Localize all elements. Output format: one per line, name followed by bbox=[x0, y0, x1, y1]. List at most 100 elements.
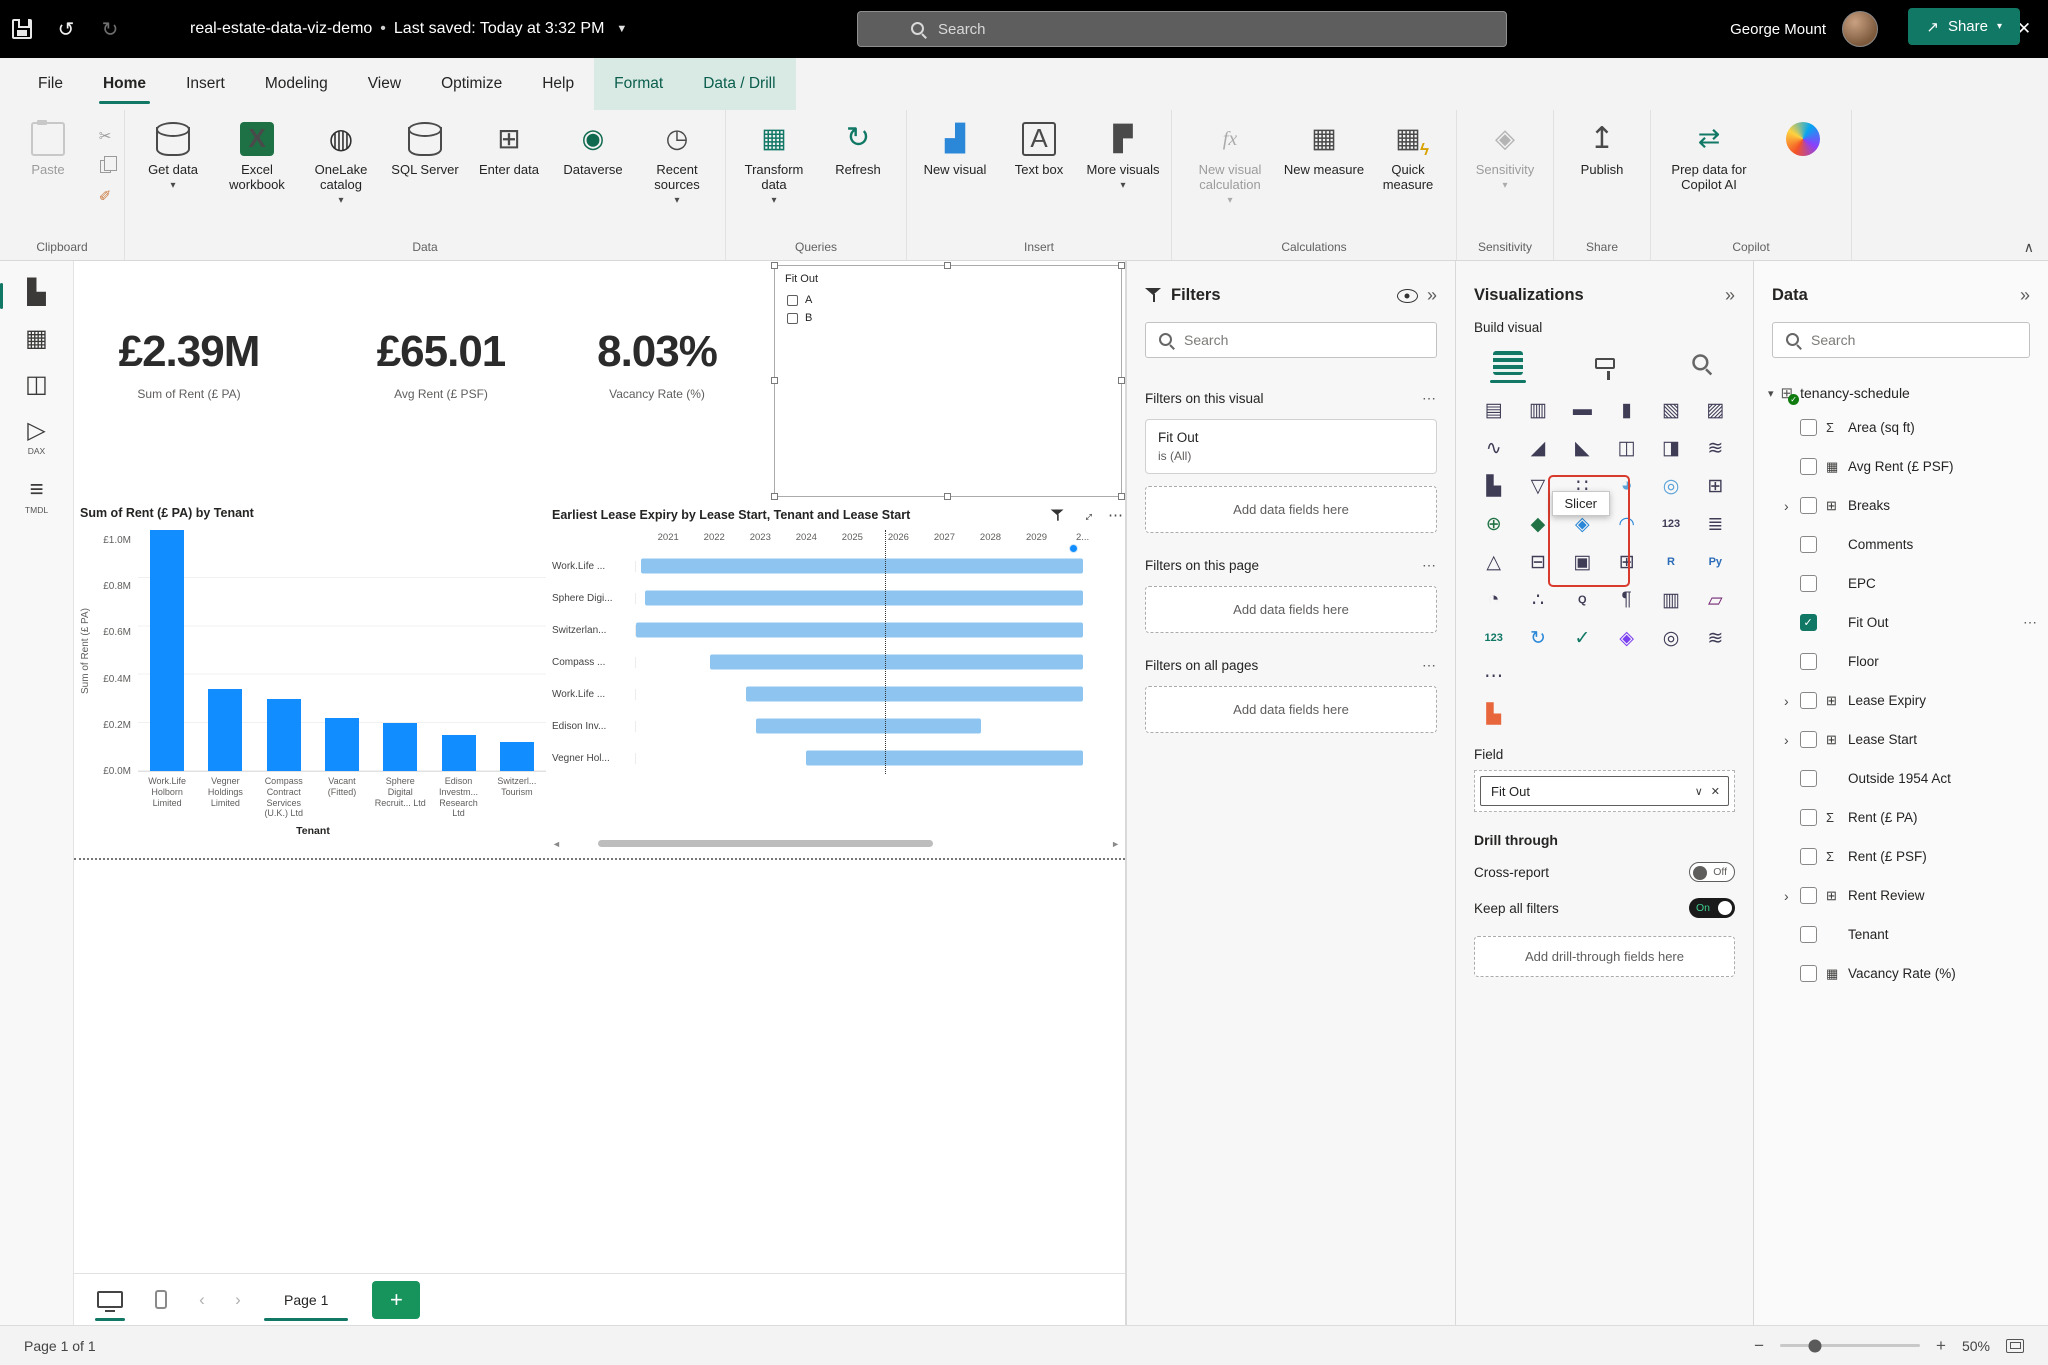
resize-handle[interactable] bbox=[1118, 262, 1125, 269]
field-pill-fit-out[interactable]: Fit Out ∨ ✕ bbox=[1480, 776, 1729, 806]
resize-handle[interactable] bbox=[771, 262, 778, 269]
scrollbar-thumb[interactable] bbox=[598, 840, 933, 847]
excel-workbook-button[interactable]: Excel workbook ▾ bbox=[215, 114, 299, 193]
visual-line-and-clustered-column-chart-icon[interactable]: ◨ bbox=[1649, 429, 1693, 467]
next-page-icon[interactable]: › bbox=[220, 1274, 256, 1325]
section-more-options-icon[interactable]: ⋯ bbox=[1422, 557, 1437, 574]
add-data-fields-drop-target[interactable]: Add data fields here bbox=[1145, 586, 1437, 633]
visual-treemap-icon[interactable]: ⊞ bbox=[1693, 467, 1737, 505]
field-checkbox[interactable] bbox=[1800, 848, 1817, 865]
slicer-option[interactable]: A bbox=[775, 291, 1121, 309]
bar[interactable] bbox=[500, 742, 534, 771]
gantt-horizontal-scrollbar[interactable]: ◄ ► bbox=[552, 837, 1120, 850]
tmdl-view-button[interactable]: ≡TMDL bbox=[13, 478, 61, 515]
expand-chevron-icon[interactable]: › bbox=[1784, 888, 1800, 904]
visual-power-apps-icon[interactable]: ▱ bbox=[1693, 581, 1737, 619]
format-painter-icon[interactable]: ✐ bbox=[92, 184, 118, 208]
bar[interactable] bbox=[208, 689, 242, 771]
fit-to-page-icon[interactable] bbox=[2006, 1339, 2024, 1353]
visual-more-visuals-options-icon[interactable]: ⋯ bbox=[1472, 657, 1516, 695]
collapse-data-pane-icon[interactable]: » bbox=[2020, 285, 2030, 306]
tab-insert[interactable]: Insert bbox=[166, 58, 245, 110]
data-field-row[interactable]: Outside 1954 Act ⋯ bbox=[1754, 759, 2048, 798]
onelake-catalog-button[interactable]: OneLake catalog ▾ bbox=[299, 114, 383, 206]
undo-button[interactable]: ↺ bbox=[44, 0, 88, 58]
collapse-table-chevron-icon[interactable]: ▾ bbox=[1768, 387, 1774, 400]
resize-handle[interactable] bbox=[1118, 377, 1125, 384]
gantt-row[interactable]: Vegner Hol... bbox=[552, 742, 1124, 774]
zoom-in-button[interactable]: + bbox=[1936, 1336, 1946, 1356]
visual-r-script-visual-icon[interactable]: R bbox=[1649, 543, 1693, 581]
slicer-checkbox[interactable] bbox=[787, 313, 798, 324]
visual-python-visual-icon[interactable]: Py bbox=[1693, 543, 1737, 581]
field-checkbox[interactable] bbox=[1800, 770, 1817, 787]
filter-card-fit-out[interactable]: Fit Out is (All) bbox=[1145, 419, 1437, 474]
collapse-ribbon-icon[interactable]: ∧ bbox=[2024, 239, 2034, 256]
tab-file[interactable]: File bbox=[18, 58, 83, 110]
visual-decomposition-tree-icon[interactable]: ∴ bbox=[1516, 581, 1560, 619]
visual-q-and-a-icon[interactable]: Q bbox=[1560, 581, 1604, 619]
field-checkbox[interactable] bbox=[1800, 419, 1817, 436]
field-checkbox[interactable] bbox=[1800, 731, 1817, 748]
visual-flow-visual-icon[interactable]: ≋ bbox=[1693, 619, 1737, 657]
gantt-row[interactable]: Switzerlan... bbox=[552, 614, 1124, 646]
field-checkbox[interactable] bbox=[1800, 575, 1817, 592]
slicer-checkbox[interactable] bbox=[787, 295, 798, 306]
gantt-bar[interactable] bbox=[645, 591, 1082, 606]
visual-stacked-bar-chart-icon[interactable]: ▤ bbox=[1472, 391, 1516, 429]
visual-donut-chart-icon[interactable]: ◎ bbox=[1649, 467, 1693, 505]
report-view-button[interactable]: ▙ bbox=[13, 281, 61, 305]
field-more-options-icon[interactable]: ⋯ bbox=[2023, 614, 2038, 631]
recent-sources-button[interactable]: Recent sources ▾ bbox=[635, 114, 719, 206]
bar-chart-visual[interactable]: Sum of Rent (£ PA) by Tenant Sum of Rent… bbox=[80, 506, 546, 854]
kpi-card-avg-rent[interactable]: £65.01 Avg Rent (£ PSF) bbox=[336, 327, 546, 401]
visual-slicer-icon[interactable]: ▣ bbox=[1560, 543, 1604, 581]
collapse-visualizations-pane-icon[interactable]: » bbox=[1725, 285, 1735, 306]
gantt-bar[interactable] bbox=[806, 751, 1082, 766]
transform-data-button[interactable]: Transform data ▾ bbox=[732, 114, 816, 206]
data-field-row[interactable]: › ⊞ Rent Review ⋯ bbox=[1754, 876, 2048, 915]
analytics-tab[interactable] bbox=[1679, 345, 1723, 381]
visual-multi-row-card-icon[interactable]: ≣ bbox=[1693, 505, 1737, 543]
add-data-fields-drop-target[interactable]: Add data fields here bbox=[1145, 686, 1437, 733]
add-data-fields-drop-target[interactable]: Add data fields here bbox=[1145, 486, 1437, 533]
visual-arcgis-map-icon[interactable]: ◈ bbox=[1604, 619, 1648, 657]
prep-data-copilot-button[interactable]: Prep data for Copilot AI ▾ bbox=[1657, 114, 1761, 193]
share-button[interactable]: ↗ Share ▾ bbox=[1908, 8, 2020, 45]
add-drill-through-fields-target[interactable]: Add drill-through fields here bbox=[1474, 936, 1735, 977]
data-field-row[interactable]: Tenant ⋯ bbox=[1754, 915, 2048, 954]
new-visual-button[interactable]: New visual ▾ bbox=[913, 114, 997, 178]
visual-line-and-stacked-column-chart-icon[interactable]: ◫ bbox=[1604, 429, 1648, 467]
visual-scorecard-icon[interactable]: 123 bbox=[1472, 619, 1516, 657]
data-field-row[interactable]: Floor ⋯ bbox=[1754, 642, 2048, 681]
resize-handle[interactable] bbox=[1118, 493, 1125, 500]
section-more-options-icon[interactable]: ⋯ bbox=[1422, 657, 1437, 674]
bar[interactable] bbox=[267, 699, 301, 771]
refresh-button[interactable]: Refresh ▾ bbox=[816, 114, 900, 178]
scroll-right-icon[interactable]: ► bbox=[1111, 839, 1120, 849]
data-field-row[interactable]: Comments ⋯ bbox=[1754, 525, 2048, 564]
scroll-left-icon[interactable]: ◄ bbox=[552, 839, 561, 849]
tab-help[interactable]: Help bbox=[522, 58, 594, 110]
table-view-button[interactable]: ▦ bbox=[13, 327, 61, 351]
save-button[interactable] bbox=[0, 0, 44, 58]
visual-waterfall-chart-icon[interactable]: ▙ bbox=[1472, 467, 1516, 505]
bar[interactable] bbox=[150, 530, 184, 771]
gantt-row[interactable]: Work.Life ... bbox=[552, 678, 1124, 710]
preview-eye-icon[interactable] bbox=[1397, 289, 1418, 303]
expand-chevron-icon[interactable]: › bbox=[1784, 498, 1800, 514]
data-field-row[interactable]: Σ Rent (£ PA) ⋯ bbox=[1754, 798, 2048, 837]
cut-icon[interactable]: ✂ bbox=[92, 124, 118, 148]
visual-100-stacked-column-chart-icon[interactable]: ▨ bbox=[1693, 391, 1737, 429]
previous-page-icon[interactable]: ‹ bbox=[184, 1274, 220, 1325]
kpi-card-vacancy-rate[interactable]: 8.03% Vacancy Rate (%) bbox=[552, 327, 762, 401]
focus-mode-icon[interactable]: ↔ bbox=[1076, 504, 1097, 525]
field-checkbox[interactable] bbox=[1800, 497, 1817, 514]
data-field-row[interactable]: Σ Area (sq ft) ⋯ bbox=[1754, 408, 2048, 447]
field-pill-remove-icon[interactable]: ✕ bbox=[1711, 785, 1720, 798]
copy-icon[interactable] bbox=[92, 154, 118, 178]
gantt-bar[interactable] bbox=[710, 655, 1083, 670]
field-checkbox[interactable] bbox=[1800, 653, 1817, 670]
gantt-bar[interactable] bbox=[636, 623, 1083, 638]
data-field-row[interactable]: ▦ Avg Rent (£ PSF) ⋯ bbox=[1754, 447, 2048, 486]
